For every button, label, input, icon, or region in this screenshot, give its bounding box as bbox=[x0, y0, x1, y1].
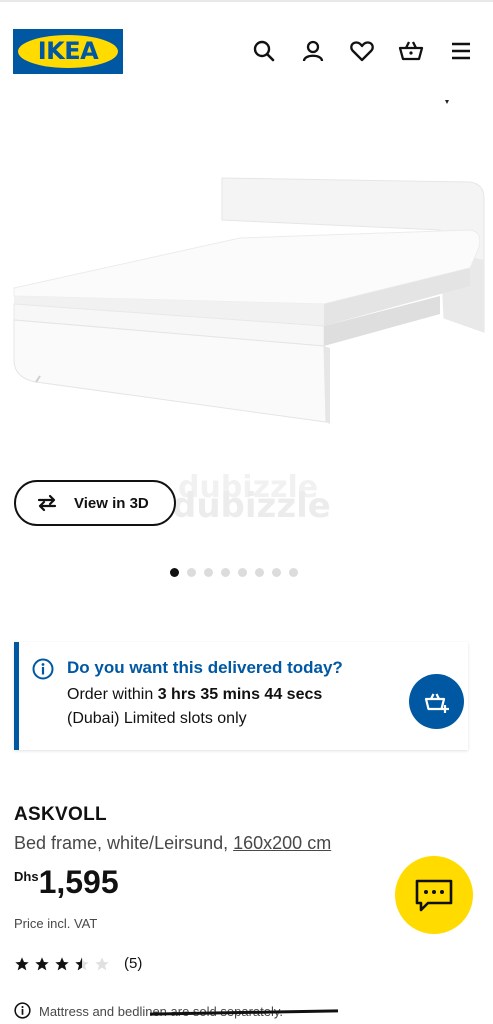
product-description: Bed frame, white/Leirsund, 160x200 cm bbox=[14, 833, 331, 854]
size-link[interactable]: 160x200 cm bbox=[233, 833, 331, 853]
delivery-countdown-line: Order within 3 hrs 35 mins 44 secs bbox=[67, 686, 322, 704]
basket-icon[interactable] bbox=[398, 38, 424, 64]
add-to-cart-button[interactable] bbox=[409, 674, 464, 729]
star-full-icon bbox=[55, 956, 69, 970]
product-name: ASKVOLL bbox=[14, 804, 107, 825]
star-half-icon bbox=[75, 956, 89, 970]
star-full-icon bbox=[15, 956, 29, 970]
profile-icon[interactable] bbox=[300, 38, 326, 64]
carousel-dot-6[interactable] bbox=[255, 568, 264, 577]
delivery-banner: Do you want this delivered today? Order … bbox=[14, 642, 468, 750]
menu-icon[interactable] bbox=[448, 38, 474, 64]
carousel-dot-7[interactable] bbox=[272, 568, 281, 577]
price-amount: 1,595 bbox=[38, 864, 119, 900]
carousel-dot-4[interactable] bbox=[221, 568, 230, 577]
star-empty-icon bbox=[95, 956, 109, 970]
carousel-dot-8[interactable] bbox=[289, 568, 298, 577]
order-prefix: Order within bbox=[67, 686, 158, 703]
product-image[interactable] bbox=[0, 100, 493, 440]
carousel-dot-2[interactable] bbox=[187, 568, 196, 577]
header: IKEA bbox=[0, 0, 493, 100]
rotate-3d-icon bbox=[34, 493, 60, 513]
description-text: Bed frame, white/Leirsund, bbox=[14, 833, 234, 853]
chat-button[interactable] bbox=[395, 856, 473, 934]
heart-icon[interactable] bbox=[349, 38, 375, 64]
product-note: Mattress and bedlinen are sold separatel… bbox=[14, 999, 283, 1019]
currency: Dhs bbox=[14, 869, 39, 884]
carousel-dot-1[interactable] bbox=[170, 568, 179, 577]
search-icon[interactable] bbox=[251, 38, 277, 64]
product-price: Dhs1,595 bbox=[14, 864, 119, 901]
info-icon bbox=[32, 658, 54, 680]
vat-note: Price incl. VAT bbox=[14, 916, 98, 931]
view-in-3d-label: View in 3D bbox=[74, 495, 149, 512]
view-in-3d-button[interactable]: View in 3D bbox=[14, 480, 176, 526]
watermark-shadow: dubizzle bbox=[172, 486, 331, 526]
review-count[interactable]: (5) bbox=[124, 955, 142, 972]
delivery-title: Do you want this delivered today? bbox=[67, 658, 343, 677]
chat-icon bbox=[415, 879, 453, 912]
basket-plus-icon bbox=[424, 693, 449, 713]
delivery-slots-text: (Dubai) Limited slots only bbox=[67, 710, 247, 727]
rating[interactable]: (5) bbox=[14, 955, 142, 972]
info-icon bbox=[14, 1002, 31, 1019]
logo-text: IKEA bbox=[37, 37, 99, 65]
countdown-timer: 3 hrs 35 mins 44 secs bbox=[157, 686, 323, 703]
carousel-dots bbox=[170, 568, 298, 578]
banner-accent-bar bbox=[14, 642, 19, 750]
ikea-logo[interactable]: IKEA bbox=[13, 29, 123, 74]
star-full-icon bbox=[35, 956, 49, 970]
carousel-dot-5[interactable] bbox=[238, 568, 247, 577]
carousel-dot-3[interactable] bbox=[204, 568, 213, 577]
